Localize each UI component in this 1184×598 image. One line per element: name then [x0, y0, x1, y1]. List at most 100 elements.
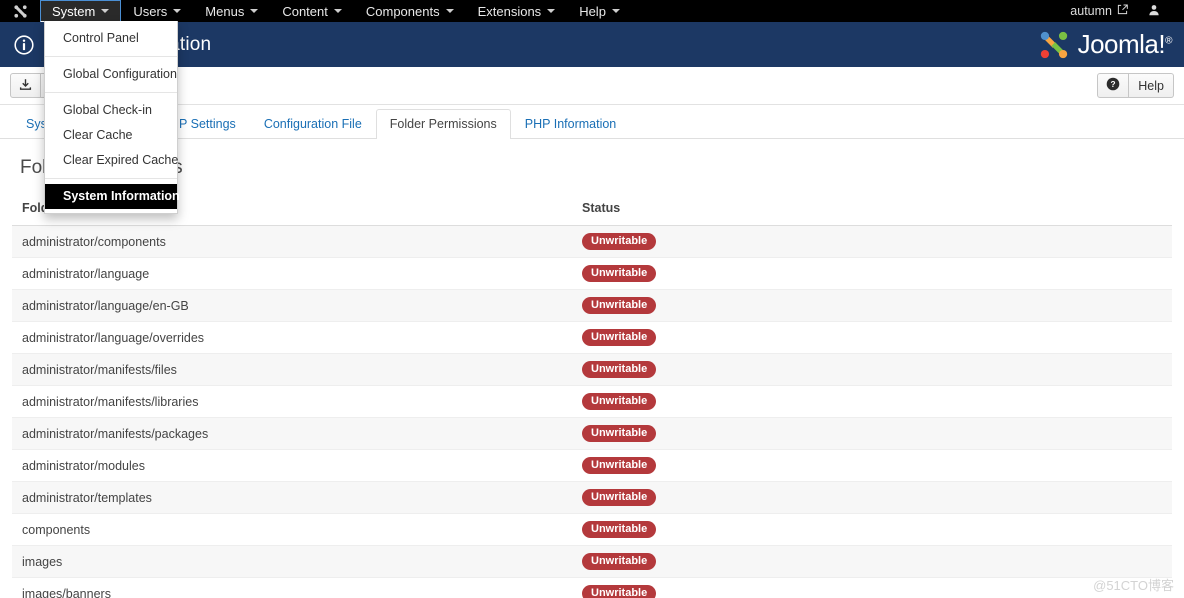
table-body: administrator/components Unwritable admi… [12, 225, 1172, 598]
site-preview-link[interactable]: autumn [1062, 4, 1136, 18]
caret-down-icon [101, 9, 110, 13]
menu-item-users[interactable]: Users [121, 0, 193, 22]
cell-status: Unwritable [572, 289, 1172, 322]
user-menu-button[interactable] [1140, 4, 1174, 19]
tab-folder-permissions[interactable]: Folder Permissions [375, 109, 511, 139]
status-badge: Unwritable [582, 457, 657, 474]
svg-text:?: ? [1111, 79, 1116, 89]
dropdown-item-clear-cache[interactable]: Clear Cache [45, 123, 177, 148]
joomla-wordmark-text: Joomla! [1077, 29, 1166, 59]
cell-folder: administrator/language [12, 257, 572, 290]
status-badge: Unwritable [582, 361, 657, 378]
dropdown-item-label: Clear Expired Cache [63, 153, 179, 167]
menu-item-label: Extensions [477, 3, 542, 19]
menu-item-components[interactable]: Components [354, 0, 466, 22]
cell-folder: components [12, 513, 572, 546]
dropdown-divider [45, 178, 177, 179]
menu-item-label: System [52, 3, 96, 19]
menu-item-extensions[interactable]: Extensions [466, 0, 568, 22]
menu-item-label: Users [133, 3, 168, 19]
table-row: administrator/modules Unwritable [12, 449, 1172, 482]
cell-status: Unwritable [572, 385, 1172, 418]
joomla-logo: Joomla!® [1037, 28, 1172, 62]
table-row: administrator/components Unwritable [12, 225, 1172, 258]
status-badge: Unwritable [582, 233, 657, 250]
cell-status: Unwritable [572, 449, 1172, 482]
joomla-pinwheel-icon[interactable] [0, 0, 40, 22]
status-badge: Unwritable [582, 425, 657, 442]
menu-item-label: Menus [205, 3, 245, 19]
table-row: administrator/manifests/files Unwritable [12, 353, 1172, 386]
dropdown-item-label: Global Check-in [63, 103, 152, 117]
caret-down-icon [445, 9, 454, 13]
table-row: administrator/language/overrides Unwrita… [12, 321, 1172, 354]
cell-status: Unwritable [572, 321, 1172, 354]
help-button-group: ? Help [1097, 73, 1174, 98]
status-badge: Unwritable [582, 393, 657, 410]
column-header-status: Status [572, 193, 1172, 226]
menu-item-label: Help [579, 3, 606, 19]
cell-status: Unwritable [572, 577, 1172, 598]
dropdown-divider [45, 56, 177, 57]
cell-folder: administrator/language/overrides [12, 321, 572, 354]
table-row: administrator/templates Unwritable [12, 481, 1172, 514]
cell-status: Unwritable [572, 225, 1172, 258]
caret-down-icon [173, 9, 182, 13]
dropdown-item-label: Global Configuration [63, 67, 177, 81]
user-icon [1148, 4, 1160, 19]
status-badge: Unwritable [582, 553, 657, 570]
dropdown-item-global-check-in[interactable]: Global Check-in [45, 98, 177, 123]
joomla-wordmark: Joomla!® [1077, 29, 1173, 60]
tab-label: Configuration File [263, 117, 362, 131]
table-row: administrator/language Unwritable [12, 257, 1172, 290]
tab-label: Folder Permissions [389, 117, 497, 131]
menu-item-label: Content [282, 3, 328, 19]
dropdown-item-label: Clear Cache [63, 128, 133, 142]
help-icon-button[interactable]: ? [1097, 73, 1130, 98]
cell-status: Unwritable [572, 481, 1172, 514]
folder-permissions-table: Folder Status administrator/components U… [12, 193, 1172, 598]
dropdown-item-control-panel[interactable]: Control Panel [45, 26, 177, 51]
status-badge: Unwritable [582, 489, 657, 506]
tab-configuration-file[interactable]: Configuration File [250, 109, 376, 139]
cell-folder: administrator/templates [12, 481, 572, 514]
status-badge: Unwritable [582, 329, 657, 346]
dropdown-item-system-information[interactable]: System Information [45, 184, 180, 209]
table-head: Folder Status [12, 193, 1172, 226]
menu-item-label: Components [365, 3, 440, 19]
menu-item-system[interactable]: System [40, 0, 122, 22]
caret-down-icon [250, 9, 259, 13]
table-row: administrator/language/en-GB Unwritable [12, 289, 1172, 322]
status-badge: Unwritable [582, 585, 657, 598]
cell-folder: images/banners [12, 577, 572, 598]
caret-down-icon [547, 9, 556, 13]
system-dropdown-menu[interactable]: Control Panel Global Configuration Globa… [44, 21, 180, 214]
tab-label: PHP Information [524, 117, 617, 131]
section-title: Folder Permissions [20, 157, 1172, 179]
caret-down-icon [611, 9, 620, 13]
external-link-icon [1117, 4, 1128, 18]
cell-status: Unwritable [572, 257, 1172, 290]
dropdown-item-clear-expired-cache[interactable]: Clear Expired Cache [45, 148, 179, 173]
dropdown-item-global-configuration[interactable]: Global Configuration [45, 62, 177, 87]
menu-item-help[interactable]: Help [567, 0, 632, 22]
top-menu-bar: System Users Menus Content Components Ex… [0, 0, 1184, 22]
cell-folder: administrator/language/en-GB [12, 289, 572, 322]
menu-item-menus[interactable]: Menus [193, 0, 270, 22]
joomla-pinwheel-icon [1040, 31, 1067, 58]
cell-folder: administrator/manifests/packages [12, 417, 572, 450]
help-button[interactable]: Help [1129, 73, 1174, 98]
tab-php-information[interactable]: PHP Information [511, 109, 630, 139]
help-label: Help [1138, 78, 1164, 93]
menubar-right-group: autumn [1062, 0, 1184, 22]
status-badge: Unwritable [582, 521, 657, 538]
cell-status: Unwritable [572, 513, 1172, 546]
status-badge: Unwritable [582, 297, 657, 314]
table-row: components Unwritable [12, 513, 1172, 546]
user-name-label: autumn [1070, 4, 1112, 18]
dropdown-item-label: System Information [63, 189, 180, 203]
menu-item-content[interactable]: Content [270, 0, 354, 22]
download-button[interactable] [10, 73, 41, 98]
cell-status: Unwritable [572, 545, 1172, 578]
cell-folder: administrator/manifests/files [12, 353, 572, 386]
